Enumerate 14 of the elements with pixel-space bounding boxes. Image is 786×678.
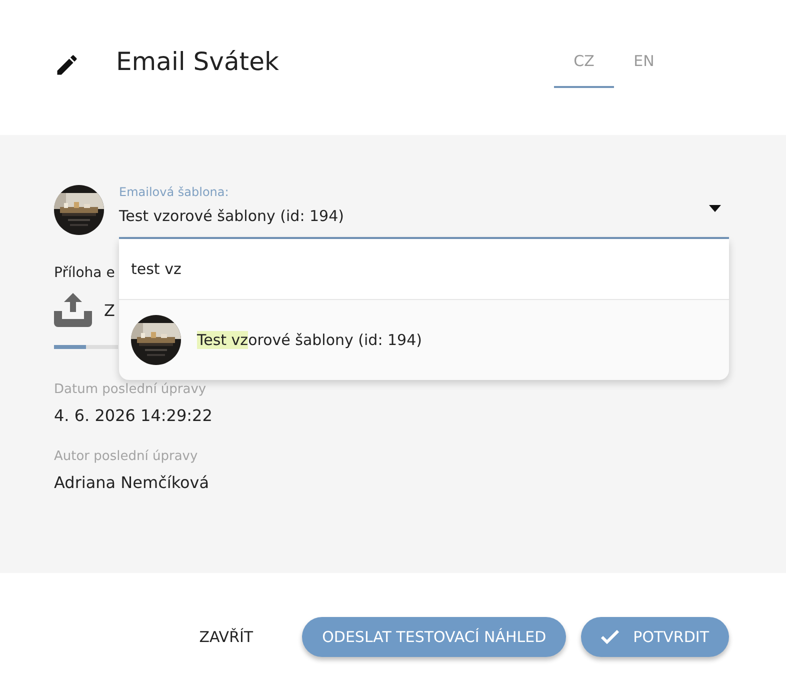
dialog-title: Email Svátek: [116, 47, 280, 76]
field-value: Test vzorové šablony (id: 194): [119, 207, 344, 225]
search-field[interactable]: test vz: [119, 239, 729, 300]
close-button[interactable]: ZAVŘÍT: [181, 617, 272, 657]
field-label: Emailová šablona:: [119, 185, 229, 199]
check-icon: [601, 630, 620, 644]
attachment-label: Příloha e: [54, 265, 115, 281]
option-label: Test vzorové šablony (id: 194): [197, 331, 422, 349]
detail-label: Datum poslední úpravy: [54, 382, 208, 397]
file-label: Z: [104, 300, 115, 320]
detail-value: 4. 6. 2026 14:29:22: [54, 406, 214, 425]
detail-value: Adriana Nemčíková: [54, 473, 210, 492]
detail-label: Autor poslední úpravy: [54, 449, 199, 464]
upload-icon[interactable]: [54, 293, 92, 327]
